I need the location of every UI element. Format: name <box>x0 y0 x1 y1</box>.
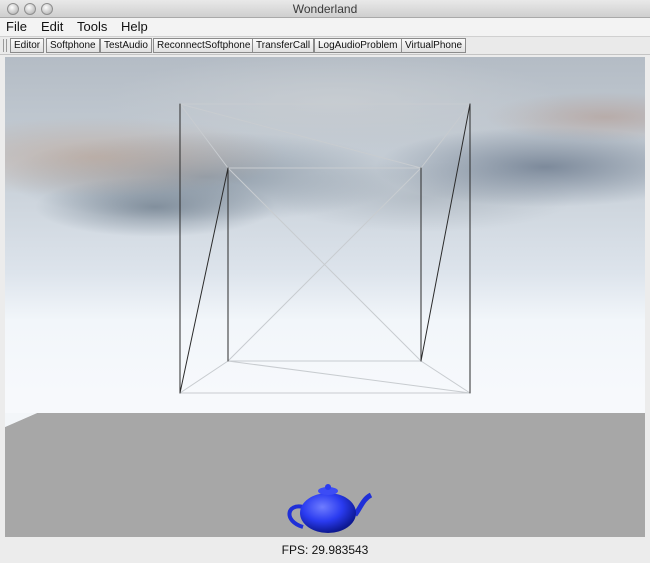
testaudio-button[interactable]: TestAudio <box>100 38 152 53</box>
3d-viewport[interactable] <box>5 57 645 537</box>
logaudioproblem-button[interactable]: LogAudioProblem <box>314 38 402 53</box>
app-window: Wonderland File Edit Tools Help Editor S… <box>0 0 650 563</box>
title-bar[interactable]: Wonderland <box>0 0 650 18</box>
editor-button[interactable]: Editor <box>10 38 45 53</box>
menu-bar: File Edit Tools Help <box>0 18 650 36</box>
wireframe-cube <box>179 103 471 394</box>
toolbar-grip-handle[interactable] <box>3 39 7 52</box>
menu-tools[interactable]: Tools <box>77 19 107 34</box>
transfercall-button[interactable]: TransferCall <box>252 38 315 53</box>
scene-canvas <box>5 103 645 537</box>
window-title: Wonderland <box>292 2 358 16</box>
fps-status: FPS: 29.983543 <box>0 538 650 563</box>
softphone-button[interactable]: Softphone <box>46 38 100 53</box>
virtualphone-button[interactable]: VirtualPhone <box>401 38 467 53</box>
menu-help[interactable]: Help <box>121 19 148 34</box>
reconnectsoftphone-button[interactable]: ReconnectSoftphone <box>153 38 255 53</box>
menu-file[interactable]: File <box>6 19 27 34</box>
menu-edit[interactable]: Edit <box>41 19 63 34</box>
toolbar: Editor Softphone TestAudio ReconnectSoft… <box>0 36 650 55</box>
